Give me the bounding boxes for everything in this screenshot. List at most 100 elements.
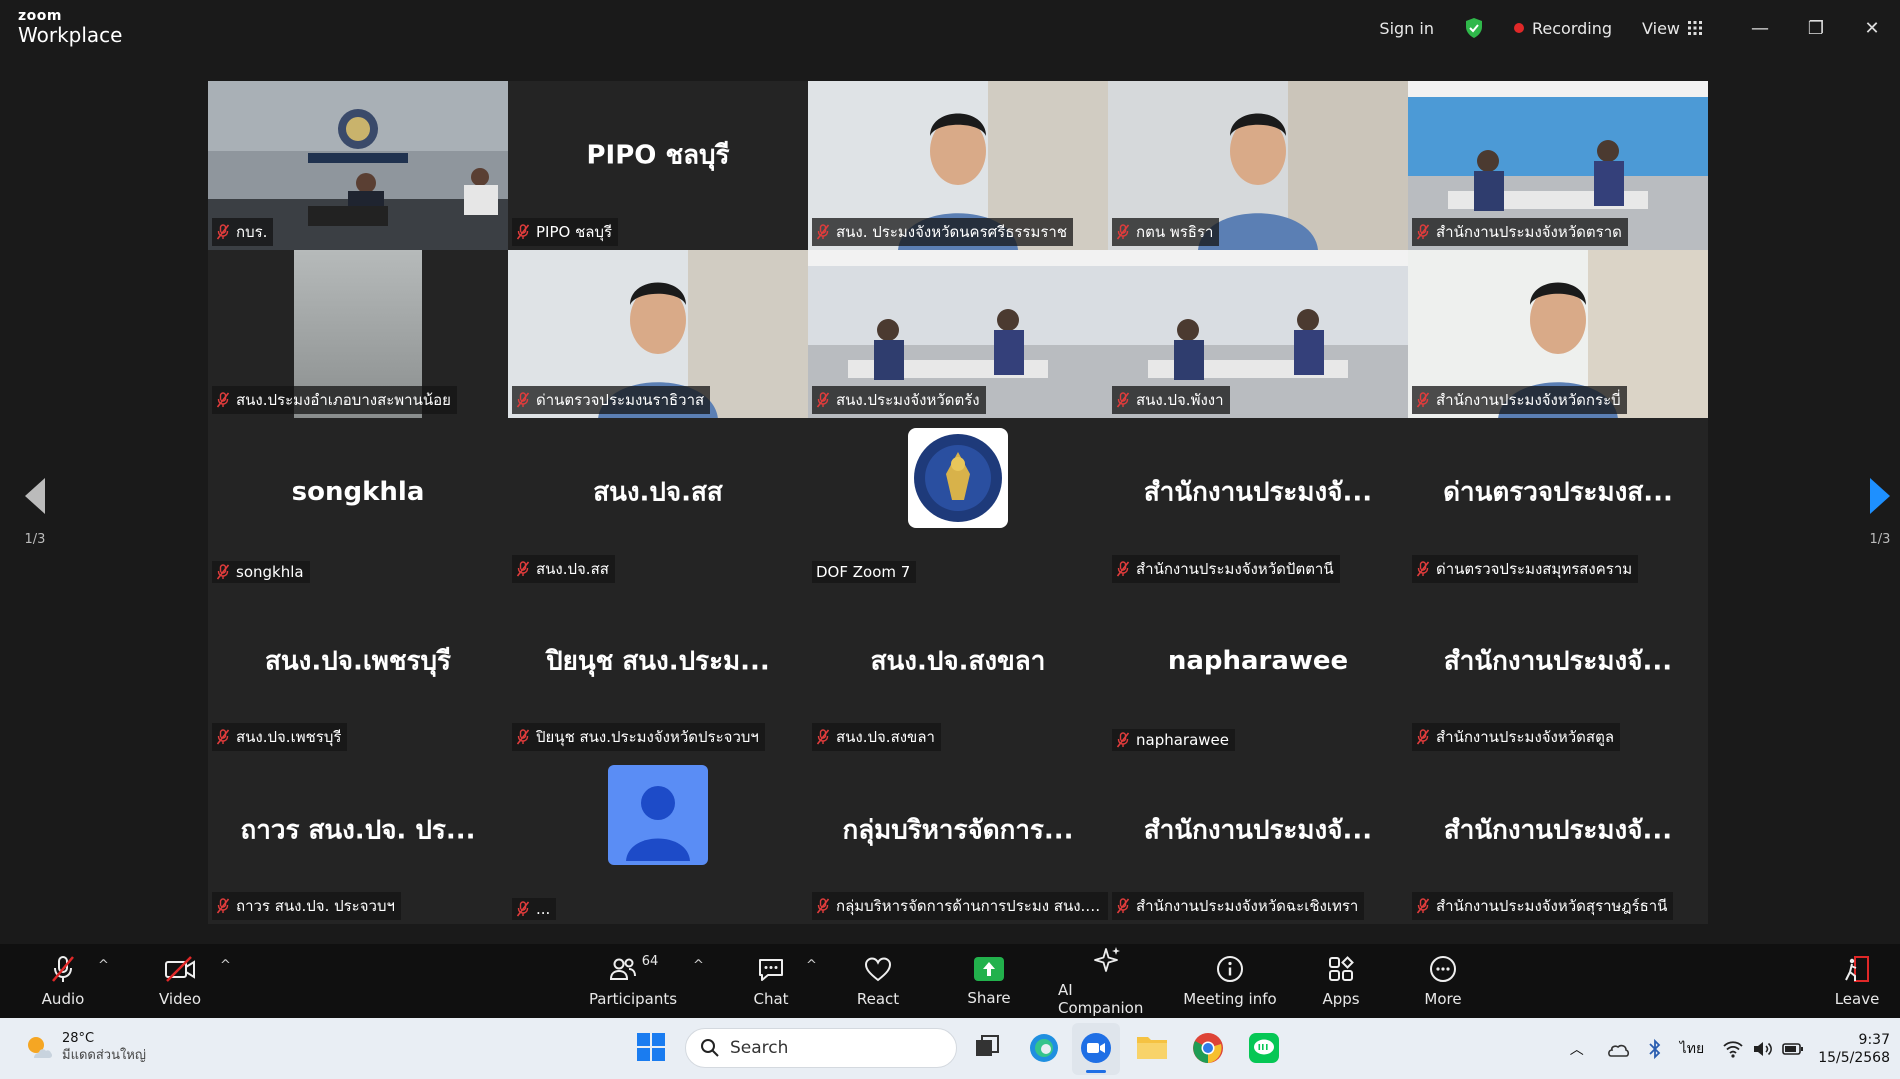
weather-widget[interactable]: 28°C มีแดดส่วนใหญ่: [22, 1030, 146, 1064]
chrome-icon: [1193, 1033, 1223, 1063]
close-window-button[interactable]: ✕: [1844, 0, 1900, 56]
chat-options-chevron-icon[interactable]: ^: [806, 958, 817, 973]
mic-muted-icon: [216, 223, 230, 240]
restore-button[interactable]: ❐: [1788, 0, 1844, 56]
next-page-button[interactable]: 1/3: [1850, 478, 1900, 558]
participant-name-label: สนง.ปจ.สส: [512, 554, 615, 583]
language-indicator[interactable]: ไทย: [1680, 1038, 1704, 1060]
participant-tile[interactable]: สนง. ประมงจังหวัดนครศรีธรรมราช: [808, 81, 1108, 250]
participant-name-label: สำนักงานประมงจังหวัดปัตตานี: [1112, 554, 1340, 583]
mic-muted-icon: [516, 729, 530, 745]
audio-button[interactable]: Audio: [33, 944, 93, 1018]
participant-tile[interactable]: สนง.ปจ.เพชรบุรี สนง.ปจ.เพชรบุรี: [208, 586, 508, 756]
participant-name: สนง.ประมงอำเภอบางสะพานน้อย: [236, 391, 451, 410]
wifi-icon[interactable]: [1722, 1040, 1744, 1058]
participant-tile[interactable]: สนง.ประมงจังหวัดตรัง: [808, 249, 1108, 419]
participants-options-chevron-icon[interactable]: ^: [693, 958, 704, 973]
encryption-shield-icon[interactable]: [1464, 17, 1484, 39]
mic-muted-icon: [816, 223, 830, 240]
minimize-button[interactable]: —: [1732, 0, 1788, 56]
chat-button[interactable]: Chat: [741, 944, 801, 1018]
taskbar-edge[interactable]: [1028, 1032, 1060, 1068]
audio-label: Audio: [41, 990, 85, 1008]
logo-line1: zoom: [18, 8, 62, 24]
grid-icon: [1688, 21, 1702, 35]
mic-muted-icon: [1416, 392, 1430, 408]
participant-tile[interactable]: ด่านตรวจประมงส... ด่านตรวจประมงสมุทรสงครา…: [1408, 418, 1708, 587]
participant-display-name: สนง.ปจ.เพชรบุรี: [265, 646, 451, 677]
participant-tile[interactable]: สนง.ปจ.สส สนง.ปจ.สส: [508, 418, 808, 587]
recording-indicator[interactable]: Recording: [1514, 19, 1612, 38]
taskbar-zoom[interactable]: [1072, 1023, 1120, 1075]
participant-tile[interactable]: PIPO ชลบุรี PIPO ชลบุรี: [508, 81, 808, 250]
participant-tile[interactable]: สำนักงานประมงจั... สำนักงานประมงจังหวัดปั…: [1108, 418, 1408, 587]
audio-options-chevron-icon[interactable]: ^: [98, 958, 109, 973]
participant-tile[interactable]: ถาวร สนง.ปจ. ปร... ถาวร สนง.ปจ. ประจวบฯ: [208, 755, 508, 924]
participant-display-name: สำนักงานประมงจั...: [1143, 815, 1373, 846]
right-arrow-icon: [1870, 478, 1890, 514]
more-button[interactable]: More: [1413, 944, 1473, 1018]
taskbar-line[interactable]: [1248, 1032, 1280, 1068]
participant-name-label: สำนักงานประมงจังหวัดฉะเชิงเทรา: [1112, 891, 1365, 920]
participant-name-label: สำนักงานประมงจังหวัดกระบี่: [1412, 386, 1627, 415]
leave-button[interactable]: Leave: [1827, 944, 1887, 1018]
video-options-chevron-icon[interactable]: ^: [220, 958, 231, 973]
participant-tile[interactable]: สนง.ปจ.สงขลา สนง.ปจ.สงขลา: [808, 586, 1108, 756]
view-button[interactable]: View: [1642, 19, 1702, 38]
participant-tile[interactable]: สำนักงานประมงจังหวัดตราด: [1408, 81, 1708, 250]
heart-icon: [864, 957, 892, 982]
react-button[interactable]: React: [848, 944, 908, 1018]
participant-display-name: ปิยนุช สนง.ประม...: [546, 646, 770, 677]
share-button[interactable]: Share: [958, 944, 1020, 1018]
participant-tile[interactable]: สำนักงานประมงจังหวัดกระบี่: [1408, 249, 1708, 419]
participant-tile[interactable]: กลุ่มบริหารจัดการ... กลุ่มบริหารจัดการด้า…: [808, 755, 1108, 924]
mic-muted-icon: [1116, 732, 1130, 748]
battery-icon[interactable]: [1782, 1042, 1804, 1056]
video-off-icon: [165, 956, 195, 982]
volume-icon[interactable]: [1752, 1040, 1774, 1058]
windows-icon: [637, 1033, 665, 1061]
participant-tile[interactable]: ...: [508, 755, 808, 924]
participant-name: สำนักงานประมงจังหวัดสตูล: [1436, 728, 1615, 747]
participant-tile[interactable]: สำนักงานประมงจั... สำนักงานประมงจังหวัดฉะ…: [1108, 755, 1408, 924]
participant-display-name: สนง.ปจ.สส: [593, 477, 723, 508]
onedrive-icon[interactable]: [1606, 1040, 1630, 1058]
taskbar-search[interactable]: Search: [685, 1028, 957, 1068]
bluetooth-icon[interactable]: [1644, 1038, 1666, 1060]
taskbar-file-explorer[interactable]: [1136, 1033, 1168, 1065]
prev-page-button[interactable]: 1/3: [5, 478, 65, 558]
participant-name: กบร.: [236, 222, 268, 241]
participant-name: ปิยนุช สนง.ประมงจังหวัดประจวบฯ: [536, 728, 759, 747]
ai-companion-button[interactable]: AI Companion: [1058, 944, 1158, 1018]
folder-icon: [1137, 1037, 1167, 1059]
start-button[interactable]: [636, 1032, 666, 1066]
participant-tile[interactable]: DOF Zoom 7: [808, 418, 1108, 587]
participant-tile[interactable]: สนง.ประมงอำเภอบางสะพานน้อย: [208, 249, 508, 419]
weather-sun-cloud-icon: [28, 1037, 53, 1058]
participant-tile[interactable]: กตน พรธิรา: [1108, 81, 1408, 250]
participant-tile[interactable]: ด่านตรวจประมงนราธิวาส: [508, 249, 808, 419]
participant-count: 64: [641, 954, 659, 969]
title-bar: zoom Workplace Sign in Recording View — …: [0, 0, 1900, 56]
participant-name-label: สำนักงานประมงจังหวัดสตูล: [1412, 723, 1621, 752]
task-view-button[interactable]: [972, 1032, 1002, 1066]
left-arrow-icon: [25, 478, 45, 514]
participant-tile[interactable]: ปิยนุช สนง.ประม... ปิยนุช สนง.ประมงจังหวั…: [508, 586, 808, 756]
tray-overflow-chevron-icon[interactable]: ︿: [1570, 1039, 1584, 1059]
video-button[interactable]: Video: [150, 944, 210, 1018]
taskbar-chrome[interactable]: [1192, 1032, 1224, 1068]
search-placeholder: Search: [730, 1038, 789, 1058]
participant-name-label: สนง.ปจ.สงขลา: [812, 723, 941, 752]
participant-tile[interactable]: สนง.ปจ.พังงา: [1108, 249, 1408, 419]
participant-tile[interactable]: สำนักงานประมงจั... สำนักงานประมงจังหวัดสุ…: [1408, 755, 1708, 924]
meeting-info-button[interactable]: Meeting info: [1180, 944, 1280, 1018]
apps-button[interactable]: Apps: [1311, 944, 1371, 1018]
participant-name-label: ...: [512, 897, 557, 920]
participant-tile[interactable]: napharawee napharawee: [1108, 586, 1408, 756]
clock[interactable]: 9:37 15/5/2568: [1818, 1031, 1890, 1067]
sign-in-button[interactable]: Sign in: [1379, 19, 1434, 38]
participant-tile[interactable]: สำนักงานประมงจั... สำนักงานประมงจังหวัดสต…: [1408, 586, 1708, 756]
participant-tile[interactable]: กบร.: [208, 81, 508, 250]
participants-button[interactable]: 64 Participants: [588, 944, 678, 1018]
participant-tile[interactable]: songkhla songkhla: [208, 418, 508, 587]
